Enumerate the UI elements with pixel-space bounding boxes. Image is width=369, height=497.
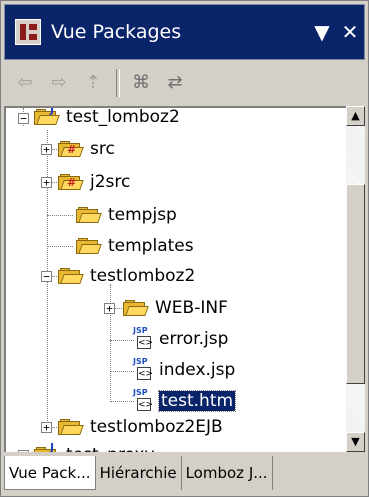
tree-item-src[interactable]: # src <box>58 134 115 164</box>
tree-item-index-jsp[interactable]: JSP <> index.jsp <box>131 355 235 385</box>
tree-item-error-jsp[interactable]: JSP <> error.jsp <box>131 324 228 354</box>
jsp-file-icon: JSP <> <box>133 326 154 349</box>
tree-item-templates[interactable]: templates <box>76 231 194 261</box>
tree-item-label: WEB-INF <box>155 298 228 318</box>
collapse-all-icon[interactable]: ⌘ <box>128 70 154 96</box>
folder-icon <box>58 267 84 285</box>
view-menu-chevron-down-icon[interactable]: ▼ <box>308 20 336 44</box>
tree-item-j2src[interactable]: # j2src <box>58 167 130 197</box>
tree-item-label: testlomboz2EJB <box>90 417 223 437</box>
package-explorer-icon <box>15 19 41 45</box>
jsp-file-icon: JSP <> <box>133 388 154 411</box>
folder-icon <box>123 299 149 317</box>
tree-item-label: tempjsp <box>108 205 177 225</box>
package-tree[interactable]: − J test_lomboz2 + # src + # j2src tempj… <box>4 106 346 452</box>
view-title-bar[interactable]: Vue Packages ▼ ✕ <box>4 4 365 60</box>
expand-toggle[interactable]: + <box>18 450 29 452</box>
folder-icon <box>76 206 102 224</box>
tree-line <box>47 246 73 247</box>
tree-item-label: test_lomboz2 <box>66 107 180 127</box>
tab-lomboz-j2ee[interactable]: Lomboz J... <box>182 456 273 490</box>
expand-toggle[interactable]: + <box>41 422 52 433</box>
scroll-down-button[interactable]: ▼ <box>346 432 365 452</box>
tree-item-label: templates <box>108 236 194 256</box>
close-icon[interactable]: ✕ <box>336 20 364 44</box>
vertical-scrollbar[interactable]: ▲ ▼ <box>346 106 365 452</box>
tree-item-testlomboz2[interactable]: testlomboz2 <box>58 261 195 291</box>
tab-hierarchie[interactable]: Hiérarchie <box>96 456 182 490</box>
tree-item-label: error.jsp <box>159 329 229 349</box>
tree-item-label: j2src <box>90 172 131 192</box>
view-toolbar: ⇦ ⇨ ⇡ ⌘ ⇄ <box>4 63 365 103</box>
package-explorer-view: Vue Packages ▼ ✕ ⇦ ⇨ ⇡ ⌘ ⇄ − J test_lomb… <box>0 0 369 497</box>
folder-icon <box>76 237 102 255</box>
tree-item-testlomboz2ejb[interactable]: testlomboz2EJB <box>58 412 223 442</box>
package-folder-icon: # <box>58 173 84 191</box>
collapse-toggle[interactable]: − <box>18 113 29 124</box>
scroll-up-button[interactable]: ▲ <box>346 106 365 126</box>
tree-item-label: src <box>90 139 115 159</box>
back-arrow-icon[interactable]: ⇦ <box>12 70 38 96</box>
tree-item-project[interactable]: J test_proxy <box>34 440 155 452</box>
jsp-file-icon: JSP <> <box>133 357 154 380</box>
tree-item-label: test_proxy <box>66 445 155 452</box>
up-arrow-icon[interactable]: ⇡ <box>80 70 106 96</box>
expand-toggle[interactable]: + <box>104 303 115 314</box>
folder-icon <box>58 418 84 436</box>
tree-item-project[interactable]: J test_lomboz2 <box>34 107 180 132</box>
toolbar-separator <box>116 69 120 97</box>
view-tabs: Vue Pack... Hiérarchie Lomboz J... <box>4 456 365 492</box>
expand-toggle[interactable]: + <box>41 144 52 155</box>
link-with-editor-icon[interactable]: ⇄ <box>162 70 188 96</box>
view-title: Vue Packages <box>51 21 182 43</box>
tree-line <box>47 215 73 216</box>
tree-item-label: index.jsp <box>159 360 236 380</box>
collapse-toggle[interactable]: − <box>41 271 52 282</box>
tree-item-label: testlomboz2 <box>90 266 196 286</box>
project-folder-icon: J <box>34 441 58 452</box>
tree-item-label-selected: test.htm <box>157 390 237 412</box>
scroll-thumb[interactable] <box>346 184 365 384</box>
tree-item-web-inf[interactable]: WEB-INF <box>123 293 228 323</box>
package-folder-icon: # <box>58 140 84 158</box>
project-folder-icon: J <box>34 108 60 126</box>
tab-vue-packages[interactable]: Vue Pack... <box>4 456 96 490</box>
forward-arrow-icon[interactable]: ⇨ <box>46 70 72 96</box>
tree-item-tempjsp[interactable]: tempjsp <box>76 200 177 230</box>
expand-toggle[interactable]: + <box>41 177 52 188</box>
